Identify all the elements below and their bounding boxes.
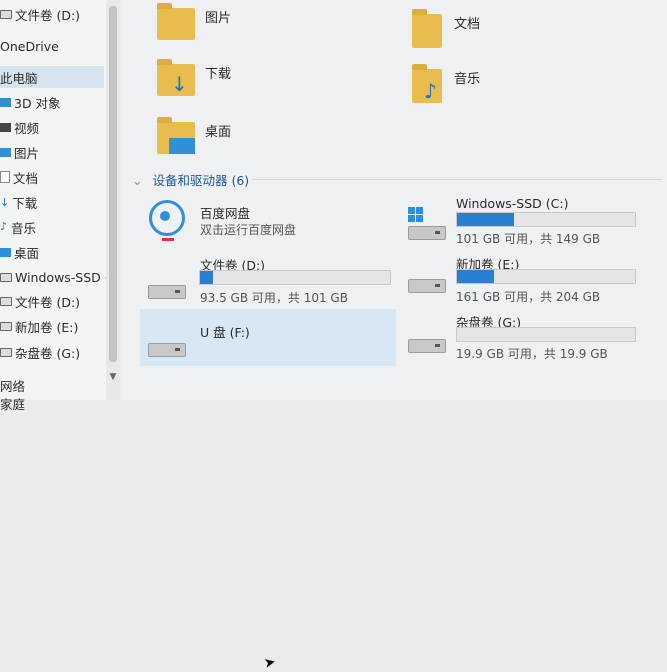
group-divider — [252, 179, 662, 180]
sidebar-item-documents[interactable]: 文档 — [0, 166, 104, 188]
drive-usage-bar — [456, 269, 636, 284]
sidebar-item-this-pc[interactable]: 此电脑 — [0, 66, 104, 88]
sidebar-item-desktop[interactable]: 桌面 — [0, 241, 104, 263]
hard-drive-icon — [148, 285, 186, 299]
drive-usage-fill — [200, 271, 214, 284]
picture-icon — [0, 147, 11, 157]
sidebar-item-pictures[interactable]: 图片 — [0, 141, 104, 163]
sidebar-item-homegroup[interactable]: 家庭 — [0, 392, 104, 414]
document-folder-icon — [412, 9, 442, 48]
drive-usage-bar — [199, 270, 391, 285]
drive-usage-fill — [457, 270, 495, 283]
music-icon: ♪ — [0, 220, 8, 233]
sidebar-item-label: 下载 — [12, 195, 38, 211]
drive-usage-bar — [456, 327, 636, 342]
3d-objects-icon — [0, 97, 11, 107]
sidebar-scrollbar[interactable]: ▼ — [106, 0, 120, 400]
scrollbar-thumb[interactable] — [109, 6, 117, 362]
sidebar-item-c-drive[interactable]: Windows-SSD ( — [0, 266, 110, 288]
sidebar-item-music[interactable]: ♪ 音乐 — [0, 216, 104, 238]
sidebar-item-label: Windows-SSD ( — [15, 269, 110, 285]
device-baidu-netdisk[interactable]: 百度网盘 双击运行百度网盘 — [140, 193, 390, 253]
baidu-underline — [162, 238, 174, 241]
drive-c[interactable]: Windows-SSD (C:) 101 GB 可用，共 149 GB — [402, 193, 652, 253]
sidebar-item-e-drive[interactable]: 新加卷 (E:) — [0, 315, 104, 337]
picture-folder-icon — [157, 3, 195, 40]
drive-size-text: 161 GB 可用，共 204 GB — [456, 290, 601, 304]
drive-name: U 盘 (F:) — [200, 325, 250, 340]
sidebar-item-label: 杂盘卷 (G:) — [15, 345, 81, 361]
sidebar-item-label: 视频 — [14, 120, 40, 136]
download-arrow-icon: ↓ — [171, 72, 188, 96]
drive-usage-bar — [456, 212, 636, 227]
usb-drive-icon — [148, 343, 186, 357]
sidebar-item-label: 桌面 — [14, 245, 40, 261]
hard-drive-icon — [408, 339, 446, 353]
drive-icon — [0, 347, 12, 357]
sidebar-item-3d-objects[interactable]: 3D 对象 — [0, 91, 104, 113]
sidebar-item-label: 文件卷 (D:) — [15, 294, 81, 310]
drive-size-text: 93.5 GB 可用，共 101 GB — [200, 291, 348, 305]
sidebar-item-label: 文档 — [13, 170, 39, 186]
sidebar-item-label: 音乐 — [11, 220, 37, 236]
folder-label: 桌面 — [205, 125, 232, 140]
drive-icon — [0, 272, 12, 282]
sidebar-item-downloads[interactable]: ↓ 下载 — [0, 191, 104, 213]
sidebar-item-onedrive[interactable]: OneDrive — [0, 35, 104, 57]
group-header-label: 设备和驱动器 (6) — [152, 173, 250, 188]
folder-label: 音乐 — [454, 72, 481, 87]
devices-and-drives-header[interactable]: ⌄ 设备和驱动器 (6) — [132, 170, 249, 189]
drive-usage-fill — [457, 213, 514, 226]
windows-logo-icon — [408, 207, 423, 222]
video-icon — [0, 122, 11, 132]
chevron-down-icon: ⌄ — [132, 173, 143, 188]
music-note-icon: ♪ — [424, 79, 437, 103]
sidebar-item-label: 图片 — [14, 145, 40, 161]
sidebar-item-label: 3D 对象 — [14, 95, 61, 111]
folder-label: 图片 — [205, 11, 232, 26]
hard-drive-icon — [408, 226, 446, 240]
folder-label: 文档 — [454, 17, 481, 32]
sidebar-item-label: 文件卷 (D:) — [15, 7, 81, 23]
drive-g[interactable]: 杂盘卷 (G:) 19.9 GB 可用，共 19.9 GB — [402, 309, 652, 369]
mouse-cursor-icon: ➤ — [262, 653, 278, 672]
sidebar-item-g-drive[interactable]: 杂盘卷 (G:) — [0, 341, 104, 363]
drive-d[interactable]: 文件卷 (D:) 93.5 GB 可用，共 101 GB — [140, 251, 391, 311]
drive-icon — [0, 296, 12, 306]
drive-icon — [0, 9, 12, 19]
sidebar-item-label: 新加卷 (E:) — [15, 319, 79, 335]
download-icon: ↓ — [0, 195, 10, 209]
desktop-icon — [0, 247, 11, 257]
sidebar-item-d-drive[interactable]: 文件卷 (D:) — [0, 290, 104, 312]
drive-name: 百度网盘 — [200, 206, 251, 221]
drive-icon — [0, 321, 12, 331]
drive-size-text: 101 GB 可用，共 149 GB — [456, 232, 601, 246]
folder-label: 下载 — [205, 67, 232, 82]
sidebar-item-label: 家庭 — [0, 396, 26, 412]
document-icon — [0, 171, 10, 183]
drive-subtitle: 双击运行百度网盘 — [200, 223, 297, 237]
baidu-netdisk-icon — [149, 200, 185, 236]
main-content-pane: 图片 文档 ↓ 下载 ♪ 音乐 桌面 ⌄ 设备和驱动器 (6) 百度网盘 双击运… — [122, 0, 667, 672]
navigation-pane: 文件卷 (D:) OneDrive 此电脑 3D 对象 视频 图片 文档 ↓ 下… — [0, 0, 118, 412]
drive-name: Windows-SSD (C:) — [456, 196, 569, 211]
desktop-screen-icon — [169, 138, 195, 154]
scroll-down-arrow-icon[interactable]: ▼ — [108, 372, 118, 382]
hard-drive-icon — [408, 279, 446, 293]
sidebar-item-label: 此电脑 — [0, 70, 38, 86]
sidebar-item-videos[interactable]: 视频 — [0, 116, 104, 138]
sidebar-item-d-drive-top[interactable]: 文件卷 (D:) — [0, 3, 104, 25]
drive-size-text: 19.9 GB 可用，共 19.9 GB — [456, 347, 608, 361]
drive-e[interactable]: 新加卷 (E:) 161 GB 可用，共 204 GB — [402, 251, 652, 311]
drive-f-usb[interactable]: U 盘 (F:) ➤ — [140, 309, 396, 672]
sidebar-item-label: OneDrive — [0, 38, 59, 54]
